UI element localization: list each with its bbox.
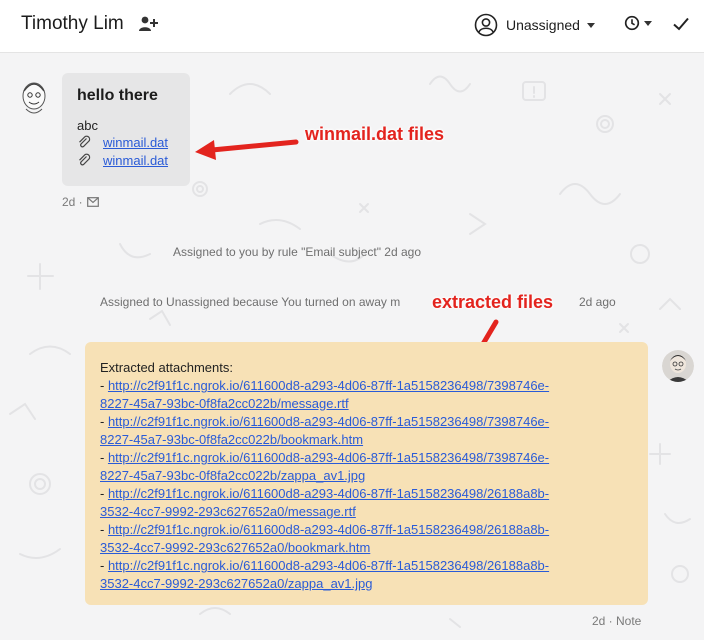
- email-meta: 2d ·: [62, 195, 99, 209]
- assignee-dropdown[interactable]: Unassigned: [474, 12, 595, 38]
- note-heading: Extracted attachments:: [100, 360, 233, 375]
- activity-event-time: 2d ago: [579, 295, 616, 309]
- assignee-label: Unassigned: [506, 17, 580, 33]
- note-link[interactable]: http://c2f91f1c.ngrok.io/611600d8-a293-4…: [108, 522, 549, 537]
- annotation-extracted-label: extracted files: [432, 292, 554, 312]
- snooze-button[interactable]: [624, 15, 652, 31]
- user-circle-icon: [474, 13, 498, 37]
- note-message[interactable]: Extracted attachments: - http://c2f91f1c…: [85, 342, 648, 605]
- checkmark-icon[interactable]: [672, 15, 690, 33]
- envelope-icon: [86, 197, 99, 207]
- note-link[interactable]: http://c2f91f1c.ngrok.io/611600d8-a293-4…: [108, 450, 549, 465]
- sender-avatar[interactable]: [19, 79, 49, 115]
- contact-name[interactable]: Timothy Lim: [21, 13, 124, 35]
- attachment-link[interactable]: winmail.dat: [103, 135, 168, 150]
- conversation-feed[interactable]: hello there abc winmail.dat winmail.dat …: [0, 54, 704, 640]
- note-link-item: - http://c2f91f1c.ngrok.io/611600d8-a293…: [100, 558, 550, 591]
- email-subject: hello there: [77, 87, 158, 104]
- note-link[interactable]: 3532-4cc7-9992-293c627652a0/bookmark.htm: [100, 540, 370, 555]
- activity-event: Assigned to you by rule "Email subject" …: [173, 245, 421, 259]
- conversation-header: Timothy Lim Unassigned: [0, 0, 704, 53]
- attachment-row: winmail.dat: [77, 133, 175, 151]
- email-message[interactable]: hello there abc winmail.dat winmail.dat: [62, 73, 190, 186]
- chevron-down-icon: [644, 20, 652, 26]
- note-link-item: - http://c2f91f1c.ngrok.io/611600d8-a293…: [100, 414, 550, 447]
- note-link[interactable]: 8227-45a7-93bc-0f8fa2cc022b/message.rtf: [100, 396, 349, 411]
- note-link[interactable]: http://c2f91f1c.ngrok.io/611600d8-a293-4…: [108, 378, 549, 393]
- note-meta: 2d · Note: [592, 614, 642, 628]
- activity-event-text: Assigned to Unassigned because You turne…: [100, 295, 401, 309]
- note-link[interactable]: http://c2f91f1c.ngrok.io/611600d8-a293-4…: [108, 558, 549, 573]
- note-link[interactable]: 3532-4cc7-9992-293c627652a0/zappa_av1.jp…: [100, 576, 373, 591]
- note-link-item: - http://c2f91f1c.ngrok.io/611600d8-a293…: [100, 450, 550, 483]
- paperclip-icon: [79, 153, 91, 166]
- note-link-item: - http://c2f91f1c.ngrok.io/611600d8-a293…: [100, 486, 550, 519]
- note-link[interactable]: 8227-45a7-93bc-0f8fa2cc022b/bookmark.htm: [100, 432, 363, 447]
- attachment-row: winmail.dat: [77, 151, 175, 169]
- note-link[interactable]: 8227-45a7-93bc-0f8fa2cc022b/zappa_av1.jp…: [100, 468, 365, 483]
- annotation-winmail-label: winmail.dat files: [305, 124, 445, 144]
- clock-icon: [624, 15, 640, 31]
- attachment-link[interactable]: winmail.dat: [103, 153, 168, 168]
- author-avatar[interactable]: [662, 350, 694, 382]
- note-link[interactable]: 3532-4cc7-9992-293c627652a0/message.rtf: [100, 504, 356, 519]
- paperclip-icon: [79, 135, 91, 148]
- note-link-item: - http://c2f91f1c.ngrok.io/611600d8-a293…: [100, 522, 550, 555]
- email-timestamp: 2d ·: [62, 195, 83, 209]
- email-body: abc: [77, 118, 98, 133]
- activity-event: Assigned to Unassigned because You turne…: [5, 295, 704, 309]
- add-person-icon[interactable]: [138, 15, 158, 33]
- note-link-item: - http://c2f91f1c.ngrok.io/611600d8-a293…: [100, 378, 550, 411]
- chevron-down-icon: [586, 22, 595, 28]
- note-link[interactable]: http://c2f91f1c.ngrok.io/611600d8-a293-4…: [108, 486, 549, 501]
- note-link[interactable]: http://c2f91f1c.ngrok.io/611600d8-a293-4…: [108, 414, 549, 429]
